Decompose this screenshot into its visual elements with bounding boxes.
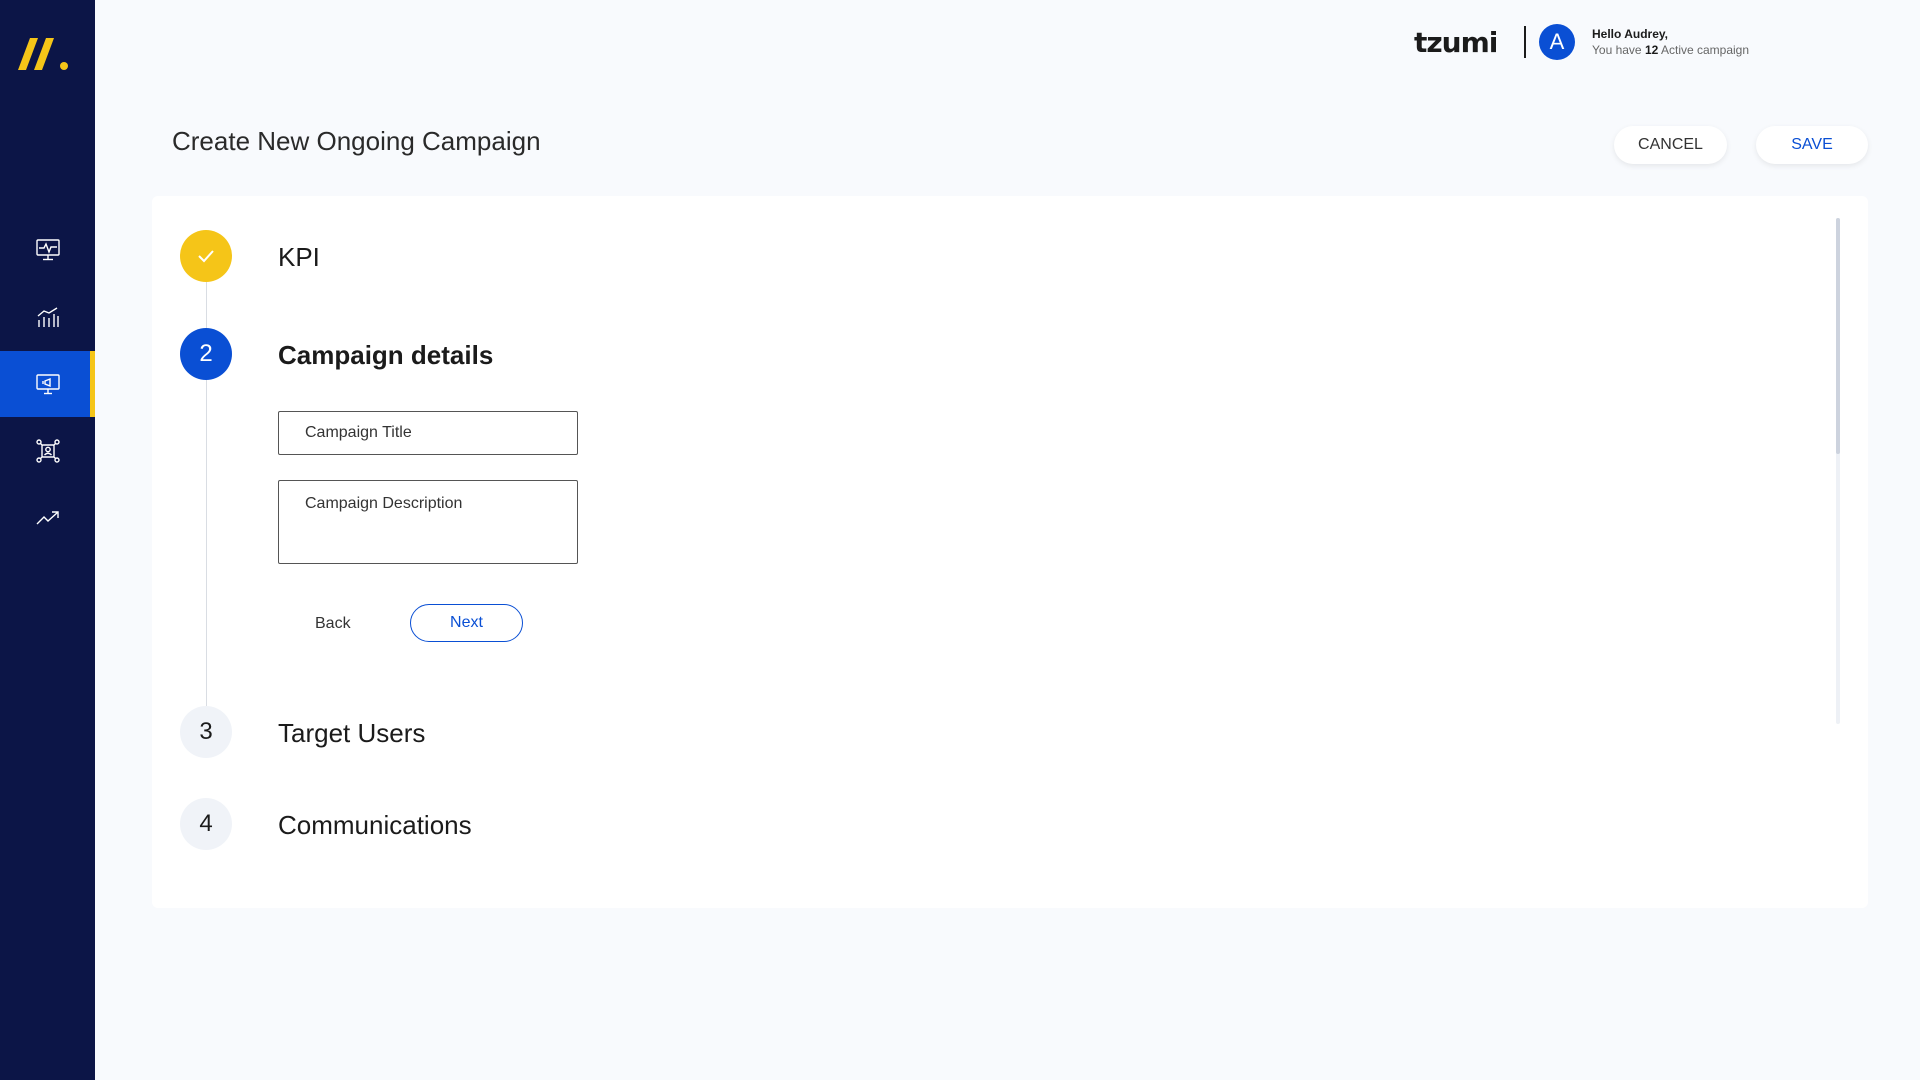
page-title: Create New Ongoing Campaign bbox=[172, 126, 541, 156]
bar-chart-icon bbox=[37, 307, 59, 327]
user-network-icon bbox=[35, 439, 60, 463]
monitor-pulse-icon bbox=[35, 239, 60, 261]
step-1-label[interactable]: KPI bbox=[278, 242, 320, 273]
cancel-button[interactable]: CANCEL bbox=[1614, 126, 1727, 164]
avatar-initial: A bbox=[1549, 29, 1565, 54]
trend-up-icon bbox=[36, 511, 59, 525]
save-button[interactable]: SAVE bbox=[1756, 126, 1868, 164]
step-3-number: 3 bbox=[199, 718, 213, 745]
scrollbar-thumb[interactable] bbox=[1836, 218, 1840, 454]
sidebar-item-analytics[interactable] bbox=[0, 285, 95, 351]
step-4-label[interactable]: Communications bbox=[278, 810, 472, 841]
active-campaign-summary: You have 12 Active campaign bbox=[1592, 43, 1792, 57]
step-2-label[interactable]: Campaign details bbox=[278, 340, 493, 371]
campaign-description-input[interactable] bbox=[278, 480, 578, 564]
sidebar bbox=[0, 0, 95, 1080]
check-icon bbox=[198, 250, 214, 263]
client-logo-tzumi: tzumi bbox=[1414, 28, 1498, 58]
svg-text:tzumi: tzumi bbox=[1414, 28, 1497, 58]
step-1-indicator[interactable] bbox=[180, 230, 232, 282]
step-3-label[interactable]: Target Users bbox=[278, 718, 425, 749]
brand-logo-icon[interactable] bbox=[18, 36, 74, 72]
campaign-title-input[interactable] bbox=[278, 411, 578, 455]
active-suffix: Active campaign bbox=[1660, 43, 1750, 57]
greeting-text: Hello Audrey, bbox=[1592, 27, 1669, 41]
sidebar-item-network[interactable] bbox=[0, 418, 95, 484]
active-prefix: You have bbox=[1592, 43, 1642, 57]
sidebar-item-trends[interactable] bbox=[0, 485, 95, 551]
step-2-indicator[interactable]: 2 bbox=[180, 328, 232, 380]
step-3-indicator[interactable]: 3 bbox=[180, 706, 232, 758]
avatar[interactable]: A bbox=[1539, 24, 1575, 60]
step-4-indicator[interactable]: 4 bbox=[180, 798, 232, 850]
next-button[interactable]: Next bbox=[410, 604, 523, 642]
header-divider bbox=[1524, 26, 1526, 58]
sidebar-item-monitor[interactable] bbox=[0, 217, 95, 283]
campaign-display-icon bbox=[35, 374, 60, 395]
step-4-number: 4 bbox=[199, 810, 213, 837]
user-greeting: Hello Audrey, You have 12 Active campaig… bbox=[1592, 27, 1792, 57]
active-count: 12 bbox=[1644, 43, 1659, 57]
step-2-number: 2 bbox=[199, 340, 213, 367]
back-button[interactable]: Back bbox=[290, 606, 380, 642]
sidebar-item-campaigns[interactable] bbox=[0, 351, 95, 417]
